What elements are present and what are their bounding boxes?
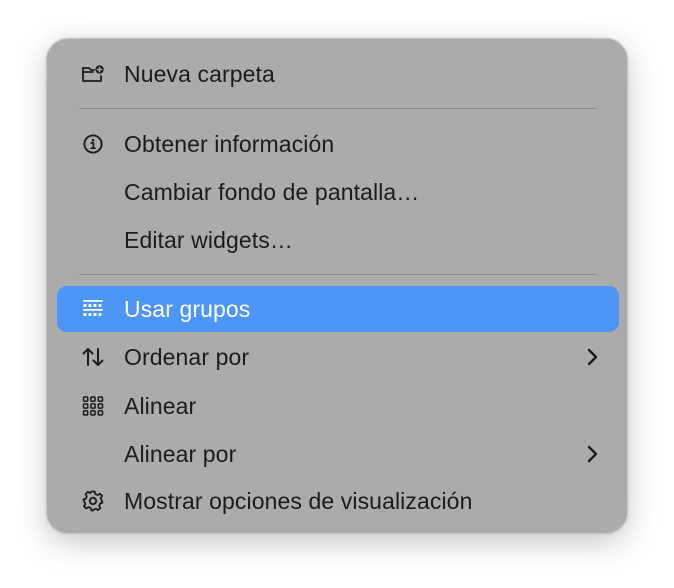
gear-icon xyxy=(81,489,105,513)
menu-item-label: Obtener información xyxy=(124,131,335,157)
context-menu: Nueva carpeta Obtener información Cambia… xyxy=(46,38,628,534)
menu-item-label: Mostrar opciones de visualización xyxy=(124,488,473,514)
chevron-right-icon xyxy=(585,347,599,367)
new-folder-icon xyxy=(81,62,105,86)
stacks-icon xyxy=(81,297,105,321)
chevron-right-icon xyxy=(585,444,599,464)
menu-item-new-folder[interactable]: Nueva carpeta xyxy=(57,51,619,97)
menu-item-label: Alinear por xyxy=(124,441,237,467)
grid-dots-icon xyxy=(81,394,105,418)
sort-arrows-icon xyxy=(81,345,105,369)
menu-item-label: Editar widgets… xyxy=(124,227,293,253)
menu-item-clean-up-by[interactable]: Alinear por xyxy=(57,431,619,477)
menu-item-label: Alinear xyxy=(124,393,197,419)
menu-item-edit-widgets[interactable]: Editar widgets… xyxy=(57,217,619,263)
menu-item-sort-by[interactable]: Ordenar por xyxy=(57,334,619,380)
info-circle-icon xyxy=(81,132,105,156)
menu-item-change-wallpaper[interactable]: Cambiar fondo de pantalla… xyxy=(57,169,619,215)
menu-item-label: Ordenar por xyxy=(124,344,250,370)
menu-item-show-view-options[interactable]: Mostrar opciones de visualización xyxy=(57,478,619,524)
menu-separator xyxy=(79,108,597,109)
menu-item-clean-up[interactable]: Alinear xyxy=(57,383,619,429)
menu-item-label: Nueva carpeta xyxy=(124,61,275,87)
menu-item-get-info[interactable]: Obtener información xyxy=(57,121,619,167)
menu-item-label: Usar grupos xyxy=(124,296,251,322)
menu-item-use-stacks[interactable]: Usar grupos xyxy=(57,286,619,332)
menu-item-label: Cambiar fondo de pantalla… xyxy=(124,179,420,205)
menu-separator xyxy=(79,274,597,275)
